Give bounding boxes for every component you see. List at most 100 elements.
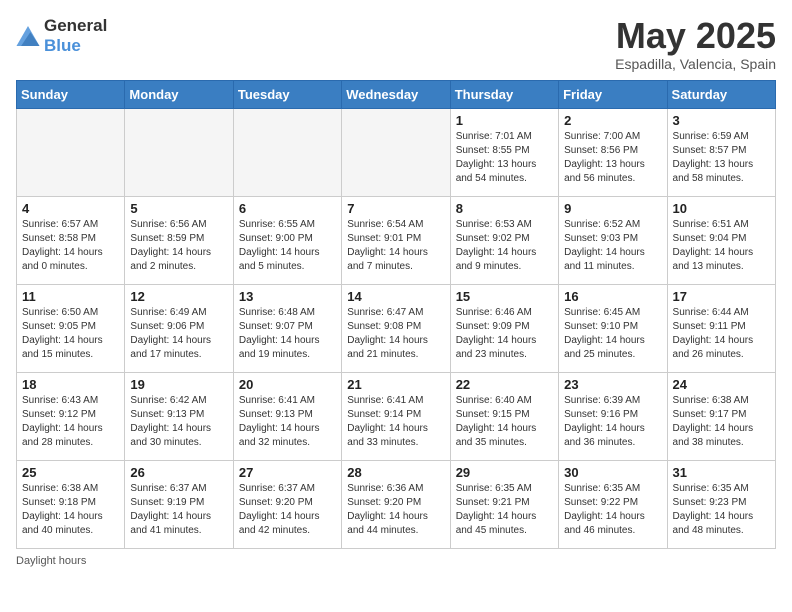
day-number: 9 xyxy=(564,201,661,216)
day-info: Sunrise: 6:38 AMSunset: 9:17 PMDaylight:… xyxy=(673,394,770,450)
calendar-cell: 9 Sunrise: 6:52 AMSunset: 9:03 PMDaylight… xyxy=(559,196,667,284)
day-number: 8 xyxy=(456,201,553,216)
day-number: 17 xyxy=(673,289,770,304)
calendar-cell: 7 Sunrise: 6:54 AMSunset: 9:01 PMDaylight… xyxy=(342,196,450,284)
day-number: 24 xyxy=(673,377,770,392)
calendar-cell xyxy=(17,108,125,196)
calendar-cell: 28Sunrise: 6:36 AMSunset: 9:20 PMDayligh… xyxy=(342,460,450,548)
day-info: Sunrise: 6:52 AMSunset: 9:03 PMDaylight:… xyxy=(564,218,661,274)
weekday-header-friday: Friday xyxy=(559,80,667,108)
day-number: 26 xyxy=(130,465,227,480)
calendar-cell: 14 Sunrise: 6:47 AMSunset: 9:08 PMDayligh… xyxy=(342,284,450,372)
day-number: 5 xyxy=(130,201,227,216)
calendar-cell: 5 Sunrise: 6:56 AMSunset: 8:59 PMDaylight… xyxy=(125,196,233,284)
weekday-header-wednesday: Wednesday xyxy=(342,80,450,108)
calendar-week-5: 25 Sunrise: 6:38 AMSunset: 9:18 PMDayligh… xyxy=(17,460,776,548)
day-number: 3 xyxy=(673,113,770,128)
day-number: 23 xyxy=(564,377,661,392)
day-info: Sunrise: 6:57 AMSunset: 8:58 PMDaylight:… xyxy=(22,218,119,274)
calendar-table: SundayMondayTuesdayWednesdayThursdayFrid… xyxy=(16,80,776,549)
calendar-cell: 2 Sunrise: 7:00 AMSunset: 8:56 PMDaylight… xyxy=(559,108,667,196)
day-number: 27 xyxy=(239,465,336,480)
day-info: Sunrise: 6:35 AMSunset: 9:23 PMDaylight:… xyxy=(673,482,770,538)
day-number: 25 xyxy=(22,465,119,480)
weekday-header-saturday: Saturday xyxy=(667,80,775,108)
calendar-cell: 1Sunrise: 7:01 AMSunset: 8:55 PMDaylight… xyxy=(450,108,558,196)
calendar-cell: 27Sunrise: 6:37 AMSunset: 9:20 PMDayligh… xyxy=(233,460,341,548)
logo: General Blue xyxy=(16,16,107,56)
day-number: 15 xyxy=(456,289,553,304)
day-number: 12 xyxy=(130,289,227,304)
day-info: Sunrise: 6:41 AMSunset: 9:14 PMDaylight:… xyxy=(347,394,444,450)
day-info: Sunrise: 6:40 AMSunset: 9:15 PMDaylight:… xyxy=(456,394,553,450)
day-info: Sunrise: 7:00 AMSunset: 8:56 PMDaylight:… xyxy=(564,130,661,186)
calendar-cell: 3 Sunrise: 6:59 AMSunset: 8:57 PMDaylight… xyxy=(667,108,775,196)
calendar-cell: 20Sunrise: 6:41 AMSunset: 9:13 PMDayligh… xyxy=(233,372,341,460)
calendar-header-row: SundayMondayTuesdayWednesdayThursdayFrid… xyxy=(17,80,776,108)
day-info: Sunrise: 6:48 AMSunset: 9:07 PMDaylight:… xyxy=(239,306,336,362)
day-info: Sunrise: 6:45 AMSunset: 9:10 PMDaylight:… xyxy=(564,306,661,362)
logo-icon xyxy=(16,26,40,46)
day-number: 14 xyxy=(347,289,444,304)
calendar-cell: 29 Sunrise: 6:35 AMSunset: 9:21 PMDayligh… xyxy=(450,460,558,548)
month-title: May 2025 xyxy=(615,16,776,56)
calendar-cell xyxy=(233,108,341,196)
footer-note: Daylight hours xyxy=(16,555,776,567)
day-number: 16 xyxy=(564,289,661,304)
calendar-week-2: 4 Sunrise: 6:57 AMSunset: 8:58 PMDaylight… xyxy=(17,196,776,284)
calendar-cell: 15 Sunrise: 6:46 AMSunset: 9:09 PMDayligh… xyxy=(450,284,558,372)
day-info: Sunrise: 6:50 AMSunset: 9:05 PMDaylight:… xyxy=(22,306,119,362)
calendar-cell: 12Sunrise: 6:49 AMSunset: 9:06 PMDayligh… xyxy=(125,284,233,372)
calendar-cell: 13Sunrise: 6:48 AMSunset: 9:07 PMDayligh… xyxy=(233,284,341,372)
day-number: 21 xyxy=(347,377,444,392)
calendar-cell: 4 Sunrise: 6:57 AMSunset: 8:58 PMDaylight… xyxy=(17,196,125,284)
calendar-cell: 19 Sunrise: 6:42 AMSunset: 9:13 PMDayligh… xyxy=(125,372,233,460)
day-info: Sunrise: 6:42 AMSunset: 9:13 PMDaylight:… xyxy=(130,394,227,450)
calendar-cell xyxy=(125,108,233,196)
day-info: Sunrise: 6:44 AMSunset: 9:11 PMDaylight:… xyxy=(673,306,770,362)
day-info: Sunrise: 6:39 AMSunset: 9:16 PMDaylight:… xyxy=(564,394,661,450)
weekday-header-tuesday: Tuesday xyxy=(233,80,341,108)
weekday-header-monday: Monday xyxy=(125,80,233,108)
day-number: 6 xyxy=(239,201,336,216)
location-subtitle: Espadilla, Valencia, Spain xyxy=(615,56,776,72)
day-number: 2 xyxy=(564,113,661,128)
day-number: 4 xyxy=(22,201,119,216)
day-number: 11 xyxy=(22,289,119,304)
day-number: 19 xyxy=(130,377,227,392)
weekday-header-sunday: Sunday xyxy=(17,80,125,108)
weekday-header-thursday: Thursday xyxy=(450,80,558,108)
day-info: Sunrise: 6:36 AMSunset: 9:20 PMDaylight:… xyxy=(347,482,444,538)
day-info: Sunrise: 6:38 AMSunset: 9:18 PMDaylight:… xyxy=(22,482,119,538)
day-info: Sunrise: 6:53 AMSunset: 9:02 PMDaylight:… xyxy=(456,218,553,274)
page-header: General Blue May 2025 Espadilla, Valenci… xyxy=(16,16,776,72)
day-number: 20 xyxy=(239,377,336,392)
day-number: 22 xyxy=(456,377,553,392)
day-info: Sunrise: 6:55 AMSunset: 9:00 PMDaylight:… xyxy=(239,218,336,274)
day-info: Sunrise: 6:47 AMSunset: 9:08 PMDaylight:… xyxy=(347,306,444,362)
day-info: Sunrise: 6:56 AMSunset: 8:59 PMDaylight:… xyxy=(130,218,227,274)
day-info: Sunrise: 6:51 AMSunset: 9:04 PMDaylight:… xyxy=(673,218,770,274)
day-number: 10 xyxy=(673,201,770,216)
day-info: Sunrise: 6:46 AMSunset: 9:09 PMDaylight:… xyxy=(456,306,553,362)
calendar-cell: 25 Sunrise: 6:38 AMSunset: 9:18 PMDayligh… xyxy=(17,460,125,548)
day-number: 30 xyxy=(564,465,661,480)
calendar-cell: 18Sunrise: 6:43 AMSunset: 9:12 PMDayligh… xyxy=(17,372,125,460)
calendar-cell: 11 Sunrise: 6:50 AMSunset: 9:05 PMDayligh… xyxy=(17,284,125,372)
calendar-cell: 24 Sunrise: 6:38 AMSunset: 9:17 PMDayligh… xyxy=(667,372,775,460)
calendar-cell: 6 Sunrise: 6:55 AMSunset: 9:00 PMDaylight… xyxy=(233,196,341,284)
day-info: Sunrise: 6:54 AMSunset: 9:01 PMDaylight:… xyxy=(347,218,444,274)
title-area: May 2025 Espadilla, Valencia, Spain xyxy=(615,16,776,72)
calendar-cell: 22 Sunrise: 6:40 AMSunset: 9:15 PMDayligh… xyxy=(450,372,558,460)
calendar-week-4: 18Sunrise: 6:43 AMSunset: 9:12 PMDayligh… xyxy=(17,372,776,460)
day-info: Sunrise: 6:35 AMSunset: 9:22 PMDaylight:… xyxy=(564,482,661,538)
calendar-cell: 17 Sunrise: 6:44 AMSunset: 9:11 PMDayligh… xyxy=(667,284,775,372)
logo-text: General Blue xyxy=(44,16,107,56)
day-info: Sunrise: 6:35 AMSunset: 9:21 PMDaylight:… xyxy=(456,482,553,538)
day-info: Sunrise: 6:59 AMSunset: 8:57 PMDaylight:… xyxy=(673,130,770,186)
day-info: Sunrise: 6:37 AMSunset: 9:19 PMDaylight:… xyxy=(130,482,227,538)
calendar-cell: 26 Sunrise: 6:37 AMSunset: 9:19 PMDayligh… xyxy=(125,460,233,548)
day-number: 7 xyxy=(347,201,444,216)
day-number: 29 xyxy=(456,465,553,480)
calendar-cell: 21 Sunrise: 6:41 AMSunset: 9:14 PMDayligh… xyxy=(342,372,450,460)
